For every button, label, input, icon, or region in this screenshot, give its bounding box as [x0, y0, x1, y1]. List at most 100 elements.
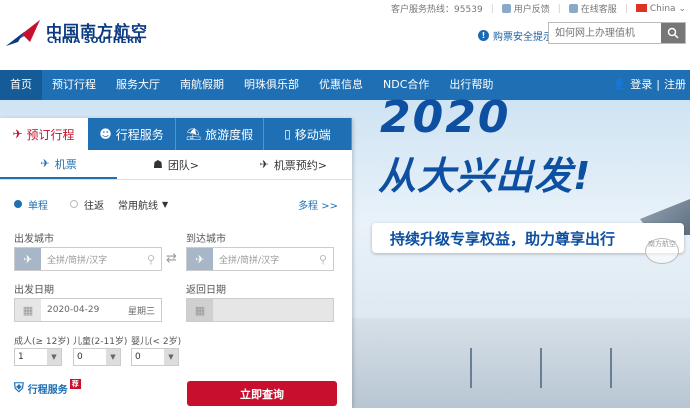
safety-tip-link[interactable]: ! 购票安全提示	[478, 28, 553, 43]
subtab-label: 团队>	[167, 158, 200, 172]
lamp-post	[470, 348, 472, 388]
divider: |	[490, 3, 494, 14]
infant-label: 婴儿(< 2岁)	[131, 337, 182, 347]
subtab-flight[interactable]: ✈ 机票	[0, 150, 118, 179]
airplane-icon: ✈	[15, 248, 41, 270]
subtab-group[interactable]: ☗ 团队>	[117, 150, 234, 179]
kapok-logo-icon[interactable]	[4, 18, 42, 48]
region-label: China	[649, 3, 676, 14]
location-pin-icon[interactable]: ⚲	[147, 253, 161, 266]
banner-year: 2020	[380, 92, 511, 143]
divider: |	[624, 3, 628, 14]
search-icon	[667, 27, 679, 39]
account-links: 👤 登录 | 注册	[613, 70, 686, 100]
caret-down-icon: ▼	[47, 349, 61, 365]
banner-subtitle-strip: 持续升级专享权益，助力尊享出行	[372, 223, 684, 253]
round-trip-radio[interactable]	[70, 200, 78, 208]
logo-english-name[interactable]: CHINA SOUTHERN	[47, 36, 142, 46]
nav-pearl-club[interactable]: 明珠俱乐部	[234, 70, 309, 100]
caret-down-icon: ▼	[164, 349, 178, 365]
common-routes-dropdown[interactable]: 常用航线	[118, 197, 158, 212]
search-flights-button[interactable]: 立即查询	[187, 381, 337, 406]
multi-city-link[interactable]: 多程 >>	[298, 197, 338, 212]
info-icon: !	[478, 30, 489, 41]
lamp-post	[610, 348, 612, 388]
online-service-link[interactable]: 在线客服	[568, 2, 617, 15]
online-service-label: 在线客服	[580, 5, 617, 15]
tab-trip-service[interactable]: ☻ 行程服务	[88, 118, 176, 150]
return-date-label: 返回日期	[186, 285, 226, 296]
nav-booking[interactable]: 预订行程	[42, 70, 106, 100]
tab-book-trip[interactable]: ✈ 预订行程	[0, 118, 88, 150]
airplane-icon: ✈	[187, 248, 213, 270]
group-icon: ☗	[152, 158, 163, 171]
search-button[interactable]	[661, 23, 685, 43]
search-input[interactable]	[549, 23, 661, 43]
register-link[interactable]: 注册	[664, 70, 686, 100]
swap-icon[interactable]: ⇄	[166, 251, 177, 266]
feedback-icon	[501, 4, 511, 13]
top-header: 中国南方航空 CHINA SOUTHERN 客户服务热线：95539 | 用户反…	[0, 0, 690, 70]
booking-icon: ✈	[12, 127, 23, 141]
nav-holidays[interactable]: 南航假期	[170, 70, 234, 100]
booking-tabs: ✈ 预订行程 ☻ 行程服务 ⛱ 旅游度假 ▯ 移动端	[0, 118, 352, 150]
booking-subtabs: ✈ 机票 ☗ 团队> ✈ 机票预约>	[0, 150, 352, 180]
one-way-label[interactable]: 单程	[28, 197, 48, 212]
booking-panel: ✈ 预订行程 ☻ 行程服务 ⛱ 旅游度假 ▯ 移动端 ✈ 机票 ☗ 团队> ✈ 机票预约> 单…	[0, 118, 352, 408]
caret-down-icon: ▼	[106, 349, 120, 365]
tab-mobile[interactable]: ▯ 移动端	[264, 118, 352, 150]
tab-label: 旅游度假	[205, 127, 254, 142]
caret-down-icon: ▼	[162, 199, 169, 209]
utility-bar: 客户服务热线：95539 | 用户反馈 | 在线客服 | China ⌄	[391, 2, 686, 15]
region-selector[interactable]: China ⌄	[635, 3, 686, 14]
child-label: 儿童(2-11岁)	[73, 337, 128, 347]
airplane-icon: ✈	[40, 157, 50, 170]
destination-label: 到达城市	[186, 234, 226, 245]
adult-select[interactable]: 1 ▼	[14, 348, 62, 366]
site-search	[548, 22, 686, 44]
holiday-icon: ⛱	[185, 127, 202, 141]
adult-value: 1	[18, 352, 24, 362]
recommend-badge: 荐	[69, 378, 81, 389]
depart-date-label: 出发日期	[14, 285, 54, 296]
calendar-icon: ▦	[187, 299, 213, 321]
subtab-label: 机票预约>	[273, 158, 328, 172]
feedback-link[interactable]: 用户反馈	[501, 2, 550, 15]
tab-holidays[interactable]: ⛱ 旅游度假	[176, 118, 264, 150]
calendar-icon: ▦	[15, 299, 41, 321]
shield-icon: ⛨	[14, 381, 24, 396]
safety-tip-label: 购票安全提示	[493, 32, 553, 43]
airport-ground-image	[350, 318, 690, 408]
location-pin-icon[interactable]: ⚲	[319, 253, 333, 266]
china-flag-icon	[635, 3, 647, 12]
headset-icon	[568, 4, 578, 13]
depart-date-value: 2020-04-29	[47, 305, 100, 315]
banner-stamp: 南方航空	[645, 238, 679, 264]
origin-label: 出发城市	[14, 234, 54, 245]
tab-label: 预订行程	[26, 127, 75, 142]
phone-icon: ▯	[284, 127, 291, 141]
one-way-radio[interactable]	[14, 200, 22, 208]
depart-weekday: 星期三	[127, 306, 155, 317]
trip-type-row: 单程 往返 常用航线 ▼ 多程 >>	[14, 196, 338, 212]
destination-field[interactable]: ✈ 全拼/简拼/汉字 ⚲	[186, 247, 334, 271]
depart-date-field[interactable]: ▦ 2020-04-29 星期三	[14, 298, 162, 322]
infant-select[interactable]: 0 ▼	[131, 348, 179, 366]
nav-offers[interactable]: 优惠信息	[309, 70, 373, 100]
lamp-post	[540, 348, 542, 388]
return-date-field[interactable]: ▦	[186, 298, 334, 322]
ticket-icon: ✈	[259, 158, 269, 171]
divider: |	[557, 3, 561, 14]
origin-field[interactable]: ✈ 全拼/简拼/汉字 ⚲	[14, 247, 162, 271]
round-trip-label[interactable]: 往返	[84, 197, 104, 212]
trip-service-link[interactable]: ⛨ 行程服务 荐	[14, 378, 81, 396]
child-select[interactable]: 0 ▼	[73, 348, 121, 366]
nav-service-hall[interactable]: 服务大厅	[106, 70, 170, 100]
adult-label: 成人(≥ 12岁)	[14, 337, 70, 347]
subtab-reservation[interactable]: ✈ 机票预约>	[235, 150, 352, 179]
main-nav: 首页 预订行程 服务大厅 南航假期 明珠俱乐部 优惠信息 NDC合作 出行帮助 …	[0, 70, 690, 100]
login-link[interactable]: 登录	[630, 70, 652, 100]
child-value: 0	[77, 352, 83, 362]
nav-home[interactable]: 首页	[0, 70, 42, 100]
user-icon: 👤	[612, 78, 627, 91]
